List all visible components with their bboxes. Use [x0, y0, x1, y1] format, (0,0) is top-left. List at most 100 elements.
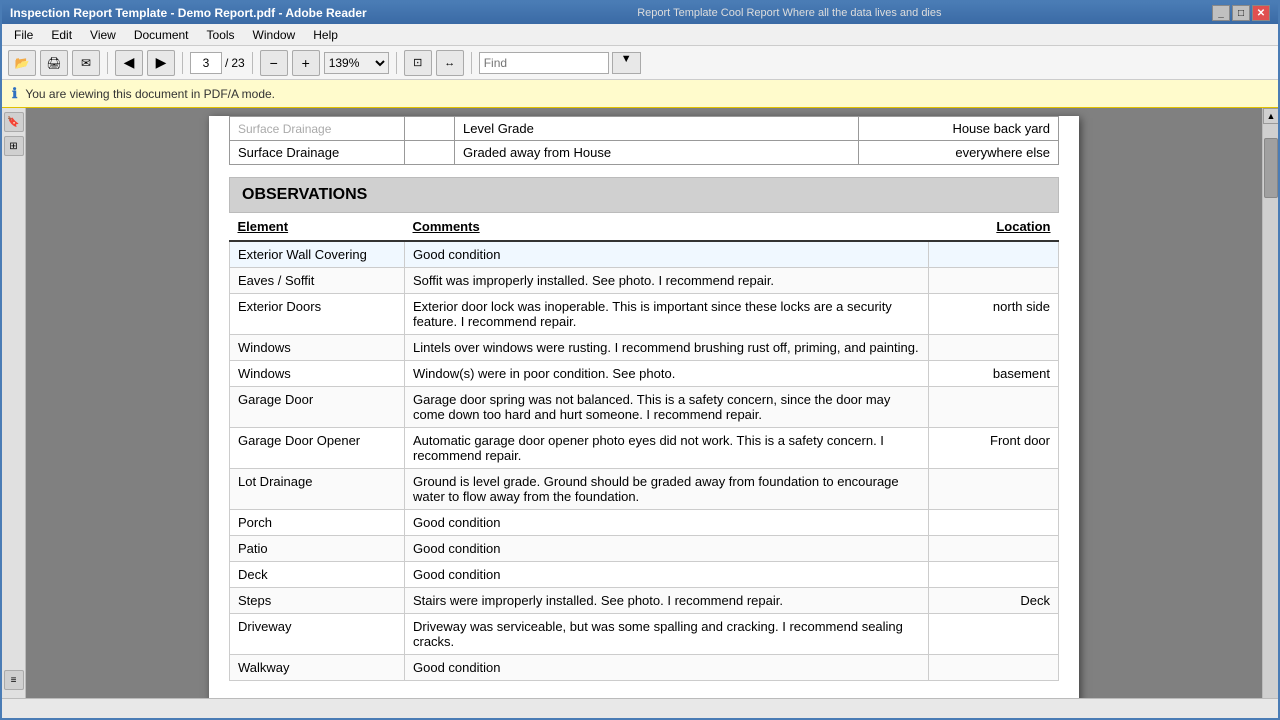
element-cell: Exterior Doors	[230, 294, 405, 335]
menu-document[interactable]: Document	[126, 26, 197, 44]
graded-away-cell: Graded away from House	[455, 141, 859, 165]
minimize-button[interactable]: _	[1212, 5, 1230, 21]
forward-button[interactable]: ▶	[147, 50, 175, 76]
table-row: DrivewayDriveway was serviceable, but wa…	[230, 614, 1059, 655]
print-button[interactable]: 🖨	[40, 50, 68, 76]
sidebar-bookmark-icon[interactable]: 🔖	[4, 112, 24, 132]
menu-bar: File Edit View Document Tools Window Hel…	[2, 24, 1278, 46]
faded-label-1: Surface Drainage	[230, 117, 405, 141]
table-row: PorchGood condition	[230, 510, 1059, 536]
comments-cell: Stairs were improperly installed. See ph…	[405, 588, 929, 614]
comments-cell: Good condition	[405, 241, 929, 268]
location-cell	[929, 387, 1059, 428]
notification-bar: ℹ You are viewing this document in PDF/A…	[2, 80, 1278, 108]
open-button[interactable]: 📂	[8, 50, 36, 76]
fit-width-button[interactable]: ↔	[436, 50, 464, 76]
location-cell	[929, 614, 1059, 655]
sidebar-layers-icon[interactable]: ≡	[4, 670, 24, 690]
title-bar: Inspection Report Template - Demo Report…	[2, 2, 1278, 24]
table-row: Garage Door OpenerAutomatic garage door …	[230, 428, 1059, 469]
menu-file[interactable]: File	[6, 26, 41, 44]
element-cell: Driveway	[230, 614, 405, 655]
location-cell: basement	[929, 361, 1059, 387]
back-button[interactable]: ◀	[115, 50, 143, 76]
surface-drainage-table: Surface Drainage Level Grade House back …	[229, 116, 1059, 165]
level-grade-cell: Level Grade	[455, 117, 859, 141]
surface-drainage-label: Surface Drainage	[230, 141, 405, 165]
empty-cell-1	[405, 117, 455, 141]
comments-column-header: Comments	[405, 213, 929, 241]
comments-cell: Garage door spring was not balanced. Thi…	[405, 387, 929, 428]
comments-cell: Window(s) were in poor condition. See ph…	[405, 361, 929, 387]
zoom-in-button[interactable]: +	[292, 50, 320, 76]
menu-window[interactable]: Window	[245, 26, 304, 44]
table-row: Exterior Wall CoveringGood condition	[230, 241, 1059, 268]
everywhere-else-cell: everywhere else	[859, 141, 1059, 165]
comments-cell: Soffit was improperly installed. See pho…	[405, 268, 929, 294]
location-cell: Deck	[929, 588, 1059, 614]
sidebar-pages-icon[interactable]: ⊞	[4, 136, 24, 156]
comments-cell: Good condition	[405, 562, 929, 588]
pdf-page: Surface Drainage Level Grade House back …	[209, 116, 1079, 714]
menu-tools[interactable]: Tools	[199, 26, 243, 44]
title-bar-buttons: _ □ ✕	[1212, 5, 1270, 21]
find-dropdown[interactable]: ▼	[612, 52, 641, 74]
element-cell: Windows	[230, 361, 405, 387]
element-cell: Deck	[230, 562, 405, 588]
find-input[interactable]	[479, 52, 609, 74]
scroll-up-button[interactable]: ▲	[1263, 108, 1279, 124]
table-row: StepsStairs were improperly installed. S…	[230, 588, 1059, 614]
close-button[interactable]: ✕	[1252, 5, 1270, 21]
table-row: Garage DoorGarage door spring was not ba…	[230, 387, 1059, 428]
observations-table: Element Comments Location Exterior Wall …	[229, 213, 1059, 681]
house-backyard-cell: House back yard	[859, 117, 1059, 141]
menu-edit[interactable]: Edit	[43, 26, 80, 44]
location-cell	[929, 562, 1059, 588]
location-cell	[929, 536, 1059, 562]
table-header-row: Element Comments Location	[230, 213, 1059, 241]
info-icon: ℹ	[12, 85, 17, 102]
element-cell: Porch	[230, 510, 405, 536]
email-button[interactable]: ✉	[72, 50, 100, 76]
location-column-header: Location	[929, 213, 1059, 241]
table-row: PatioGood condition	[230, 536, 1059, 562]
scroll-thumb[interactable]	[1264, 138, 1278, 198]
element-cell: Windows	[230, 335, 405, 361]
table-row: DeckGood condition	[230, 562, 1059, 588]
table-row: Exterior DoorsExterior door lock was ino…	[230, 294, 1059, 335]
table-row: WindowsWindow(s) were in poor condition.…	[230, 361, 1059, 387]
left-sidebar: 🔖 ⊞ ≡ 📎	[2, 108, 26, 720]
fit-page-button[interactable]: ⊡	[404, 50, 432, 76]
window-title: Inspection Report Template - Demo Report…	[10, 6, 367, 20]
page-separator: /	[225, 56, 228, 70]
menu-view[interactable]: View	[82, 26, 124, 44]
menu-help[interactable]: Help	[305, 26, 346, 44]
zoom-out-button[interactable]: −	[260, 50, 288, 76]
window-frame: Inspection Report Template - Demo Report…	[0, 0, 1280, 720]
comments-cell: Good condition	[405, 510, 929, 536]
page-number-input[interactable]	[190, 52, 222, 74]
window-title-right: Report Template Cool Report Where all th…	[637, 7, 941, 19]
status-bar	[2, 698, 1278, 718]
table-row: Lot DrainageGround is level grade. Groun…	[230, 469, 1059, 510]
element-cell: Exterior Wall Covering	[230, 241, 405, 268]
location-cell: Front door	[929, 428, 1059, 469]
toolbar-sep-1	[107, 52, 108, 74]
location-cell	[929, 510, 1059, 536]
empty-cell-2	[405, 141, 455, 165]
comments-cell: Good condition	[405, 536, 929, 562]
element-cell: Walkway	[230, 655, 405, 681]
element-cell: Patio	[230, 536, 405, 562]
location-cell: north side	[929, 294, 1059, 335]
comments-cell: Automatic garage door opener photo eyes …	[405, 428, 929, 469]
table-row: WalkwayGood condition	[230, 655, 1059, 681]
document-area: Surface Drainage Level Grade House back …	[26, 108, 1262, 720]
observations-title: OBSERVATIONS	[242, 186, 367, 203]
scrollbar: ▲ ▼	[1262, 108, 1278, 720]
toolbar-sep-4	[396, 52, 397, 74]
zoom-select[interactable]: 139%	[324, 52, 389, 74]
toolbar-sep-3	[252, 52, 253, 74]
table-row: Surface Drainage Graded away from House …	[230, 141, 1059, 165]
maximize-button[interactable]: □	[1232, 5, 1250, 21]
comments-cell: Exterior door lock was inoperable. This …	[405, 294, 929, 335]
